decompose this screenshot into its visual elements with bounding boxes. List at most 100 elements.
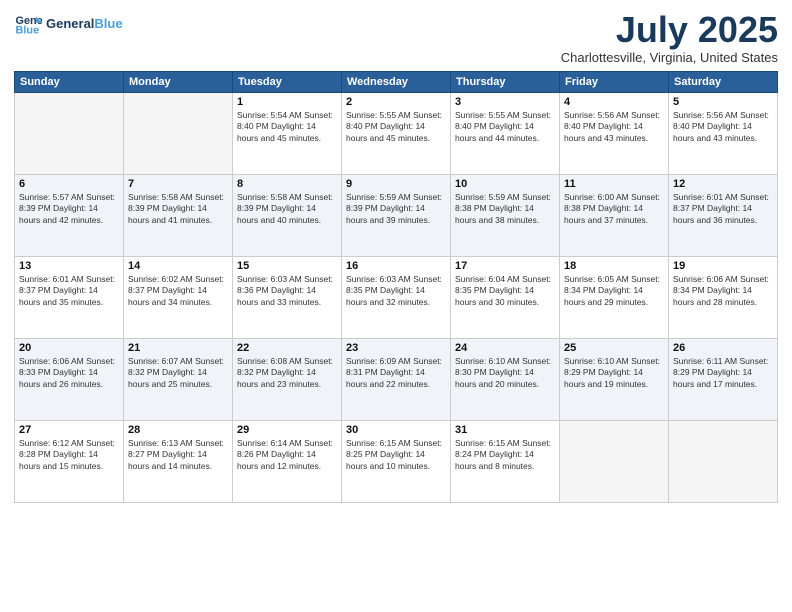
day-number: 29 [237, 424, 337, 436]
day-info: Sunrise: 6:03 AM Sunset: 8:36 PM Dayligh… [237, 274, 337, 310]
day-info: Sunrise: 5:54 AM Sunset: 8:40 PM Dayligh… [237, 110, 337, 146]
day-number: 6 [19, 178, 119, 190]
table-row: 19 Sunrise: 6:06 AM Sunset: 8:34 PM Dayli… [669, 256, 778, 338]
calendar-week-row: 1 Sunrise: 5:54 AM Sunset: 8:40 PM Daylig… [15, 92, 778, 174]
table-row: 29 Sunrise: 6:14 AM Sunset: 8:26 PM Dayli… [233, 420, 342, 502]
table-row: 14Sunrise: 6:02 AM Sunset: 8:37 PM Dayli… [124, 256, 233, 338]
col-thursday: Thursday [451, 71, 560, 92]
logo-text: GeneralBlue [46, 16, 123, 32]
day-info: Sunrise: 6:14 AM Sunset: 8:26 PM Dayligh… [237, 438, 337, 474]
table-row: 17 Sunrise: 6:04 AM Sunset: 8:35 PM Dayli… [451, 256, 560, 338]
day-info: Sunrise: 6:07 AM Sunset: 8:32 PM Dayligh… [128, 356, 228, 392]
table-row: 16 Sunrise: 6:03 AM Sunset: 8:35 PM Dayli… [342, 256, 451, 338]
day-number: 24 [455, 342, 555, 354]
day-number: 21 [128, 342, 228, 354]
col-wednesday: Wednesday [342, 71, 451, 92]
day-info: Sunrise: 6:02 AM Sunset: 8:37 PM Dayligh… [128, 274, 228, 310]
day-info: Sunrise: 6:11 AM Sunset: 8:29 PM Dayligh… [673, 356, 773, 392]
table-row: 5Sunrise: 5:56 AM Sunset: 8:40 PM Daylig… [669, 92, 778, 174]
day-info: Sunrise: 6:06 AM Sunset: 8:33 PM Dayligh… [19, 356, 119, 392]
day-number: 26 [673, 342, 773, 354]
day-number: 25 [564, 342, 664, 354]
day-info: Sunrise: 5:55 AM Sunset: 8:40 PM Dayligh… [346, 110, 446, 146]
day-info: Sunrise: 6:01 AM Sunset: 8:37 PM Dayligh… [673, 192, 773, 228]
day-number: 22 [237, 342, 337, 354]
day-number: 7 [128, 178, 228, 190]
day-number: 17 [455, 260, 555, 272]
day-number: 2 [346, 96, 446, 108]
col-saturday: Saturday [669, 71, 778, 92]
day-number: 23 [346, 342, 446, 354]
day-info: Sunrise: 6:08 AM Sunset: 8:32 PM Dayligh… [237, 356, 337, 392]
day-number: 27 [19, 424, 119, 436]
day-number: 20 [19, 342, 119, 354]
table-row: 12 Sunrise: 6:01 AM Sunset: 8:37 PM Dayli… [669, 174, 778, 256]
table-row: 26 Sunrise: 6:11 AM Sunset: 8:29 PM Dayli… [669, 338, 778, 420]
day-number: 19 [673, 260, 773, 272]
day-number: 4 [564, 96, 664, 108]
day-info: Sunrise: 5:58 AM Sunset: 8:39 PM Dayligh… [237, 192, 337, 228]
logo: General Blue GeneralBlue [14, 10, 123, 38]
day-info: Sunrise: 6:15 AM Sunset: 8:25 PM Dayligh… [346, 438, 446, 474]
table-row: 1 Sunrise: 5:54 AM Sunset: 8:40 PM Daylig… [233, 92, 342, 174]
day-number: 15 [237, 260, 337, 272]
table-row: 20 Sunrise: 6:06 AM Sunset: 8:33 PM Dayli… [15, 338, 124, 420]
day-info: Sunrise: 6:10 AM Sunset: 8:29 PM Dayligh… [564, 356, 664, 392]
table-row: 4 Sunrise: 5:56 AM Sunset: 8:40 PM Daylig… [560, 92, 669, 174]
day-number: 16 [346, 260, 446, 272]
day-info: Sunrise: 5:58 AM Sunset: 8:39 PM Dayligh… [128, 192, 228, 228]
location: Charlottesville, Virginia, United States [561, 50, 778, 65]
page: General Blue GeneralBlue July 2025 Charl… [0, 0, 792, 612]
day-number: 28 [128, 424, 228, 436]
day-info: Sunrise: 5:55 AM Sunset: 8:40 PM Dayligh… [455, 110, 555, 146]
table-row: 11 Sunrise: 6:00 AM Sunset: 8:38 PM Dayli… [560, 174, 669, 256]
calendar-week-row: 20 Sunrise: 6:06 AM Sunset: 8:33 PM Dayli… [15, 338, 778, 420]
day-info: Sunrise: 6:05 AM Sunset: 8:34 PM Dayligh… [564, 274, 664, 310]
calendar-week-row: 13Sunrise: 6:01 AM Sunset: 8:37 PM Dayli… [15, 256, 778, 338]
col-tuesday: Tuesday [233, 71, 342, 92]
calendar-table: Sunday Monday Tuesday Wednesday Thursday… [14, 71, 778, 503]
day-number: 12 [673, 178, 773, 190]
day-number: 1 [237, 96, 337, 108]
table-row: 3Sunrise: 5:55 AM Sunset: 8:40 PM Daylig… [451, 92, 560, 174]
table-row: 30 Sunrise: 6:15 AM Sunset: 8:25 PM Dayli… [342, 420, 451, 502]
day-number: 11 [564, 178, 664, 190]
day-info: Sunrise: 6:10 AM Sunset: 8:30 PM Dayligh… [455, 356, 555, 392]
day-info: Sunrise: 6:09 AM Sunset: 8:31 PM Dayligh… [346, 356, 446, 392]
table-row: 23 Sunrise: 6:09 AM Sunset: 8:31 PM Dayli… [342, 338, 451, 420]
day-info: Sunrise: 5:59 AM Sunset: 8:39 PM Dayligh… [346, 192, 446, 228]
table-row: 2 Sunrise: 5:55 AM Sunset: 8:40 PM Daylig… [342, 92, 451, 174]
day-info: Sunrise: 6:04 AM Sunset: 8:35 PM Dayligh… [455, 274, 555, 310]
table-row: 22 Sunrise: 6:08 AM Sunset: 8:32 PM Dayli… [233, 338, 342, 420]
day-info: Sunrise: 5:59 AM Sunset: 8:38 PM Dayligh… [455, 192, 555, 228]
day-info: Sunrise: 6:06 AM Sunset: 8:34 PM Dayligh… [673, 274, 773, 310]
header: General Blue GeneralBlue July 2025 Charl… [14, 10, 778, 65]
day-info: Sunrise: 6:03 AM Sunset: 8:35 PM Dayligh… [346, 274, 446, 310]
day-number: 30 [346, 424, 446, 436]
day-info: Sunrise: 5:56 AM Sunset: 8:40 PM Dayligh… [564, 110, 664, 146]
table-row: 6 Sunrise: 5:57 AM Sunset: 8:39 PM Daylig… [15, 174, 124, 256]
table-row [560, 420, 669, 502]
table-row: 27 Sunrise: 6:12 AM Sunset: 8:28 PM Dayli… [15, 420, 124, 502]
day-number: 18 [564, 260, 664, 272]
col-friday: Friday [560, 71, 669, 92]
month-title: July 2025 [561, 10, 778, 50]
table-row: 18 Sunrise: 6:05 AM Sunset: 8:34 PM Dayli… [560, 256, 669, 338]
table-row: 25 Sunrise: 6:10 AM Sunset: 8:29 PM Dayli… [560, 338, 669, 420]
col-sunday: Sunday [15, 71, 124, 92]
table-row: 8 Sunrise: 5:58 AM Sunset: 8:39 PM Daylig… [233, 174, 342, 256]
day-number: 9 [346, 178, 446, 190]
table-row: 9 Sunrise: 5:59 AM Sunset: 8:39 PM Daylig… [342, 174, 451, 256]
day-number: 8 [237, 178, 337, 190]
table-row: 7 Sunrise: 5:58 AM Sunset: 8:39 PM Daylig… [124, 174, 233, 256]
title-area: July 2025 Charlottesville, Virginia, Uni… [561, 10, 778, 65]
day-info: Sunrise: 5:57 AM Sunset: 8:39 PM Dayligh… [19, 192, 119, 228]
table-row: 24 Sunrise: 6:10 AM Sunset: 8:30 PM Dayli… [451, 338, 560, 420]
day-info: Sunrise: 6:00 AM Sunset: 8:38 PM Dayligh… [564, 192, 664, 228]
day-number: 13 [19, 260, 119, 272]
day-number: 31 [455, 424, 555, 436]
calendar-header-row: Sunday Monday Tuesday Wednesday Thursday… [15, 71, 778, 92]
calendar-week-row: 6 Sunrise: 5:57 AM Sunset: 8:39 PM Daylig… [15, 174, 778, 256]
day-info: Sunrise: 6:12 AM Sunset: 8:28 PM Dayligh… [19, 438, 119, 474]
table-row: 31Sunrise: 6:15 AM Sunset: 8:24 PM Dayli… [451, 420, 560, 502]
